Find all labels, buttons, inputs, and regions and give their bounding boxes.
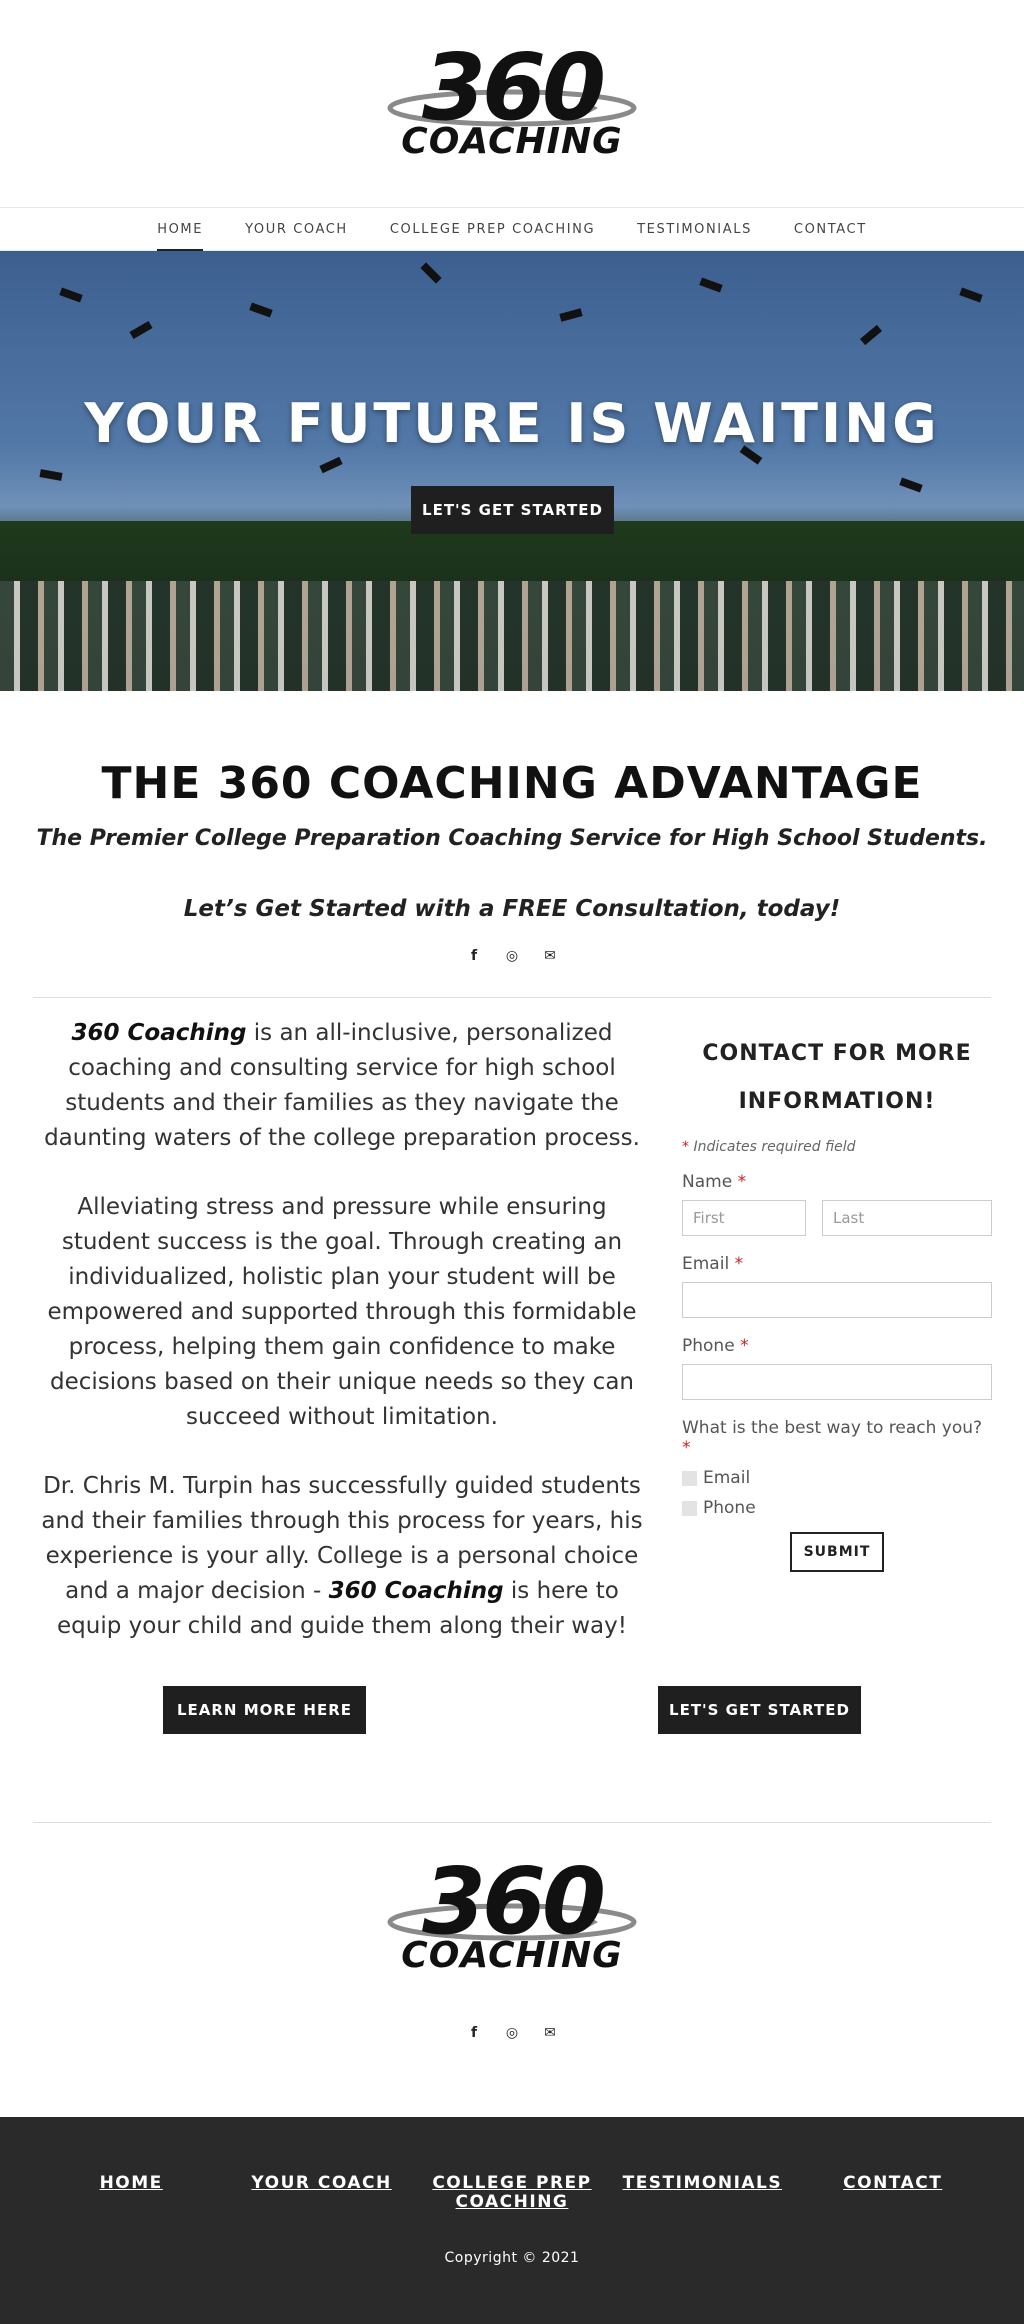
first-name-input[interactable]: First <box>682 1200 806 1236</box>
hero-banner: YOUR FUTURE IS WAITING LET'S GET STARTED <box>0 251 1024 691</box>
hero-title: YOUR FUTURE IS WAITING <box>84 392 940 455</box>
footer-nav: HOME YOUR COACH COLLEGE PREP COACHING TE… <box>36 2174 988 2212</box>
graduation-cap-icon <box>319 456 343 474</box>
main-nav: HOME YOUR COACH COLLEGE PREP COACHING TE… <box>0 207 1024 252</box>
required-note: * Indicates required field <box>682 1139 856 1155</box>
copyright: Copyright © 2021 <box>444 2250 580 2266</box>
get-started-button[interactable]: LET'S GET STARTED <box>658 1686 861 1734</box>
logo-word: COACHING <box>401 121 623 162</box>
graduation-cap-icon <box>699 277 723 293</box>
footer-link-testimonials[interactable]: TESTIMONIALS <box>612 2174 792 2212</box>
graduation-cap-icon <box>899 477 923 493</box>
footer-link-your-coach[interactable]: YOUR COACH <box>232 2174 412 2212</box>
advantage-title: THE 360 COACHING ADVANTAGE <box>101 758 923 809</box>
nav-your-coach[interactable]: YOUR COACH <box>245 208 348 252</box>
reach-label: What is the best way to reach you? * <box>682 1418 983 1458</box>
facebook-icon[interactable]: f <box>465 947 483 965</box>
mail-icon[interactable]: ✉ <box>541 947 559 965</box>
about-paragraph-1: 360 Coaching is an all-inclusive, person… <box>44 1020 640 1151</box>
mail-icon[interactable]: ✉ <box>541 2024 559 2042</box>
advantage-subtitle: The Premier College Preparation Coaching… <box>36 826 988 851</box>
site-footer: HOME YOUR COACH COLLEGE PREP COACHING TE… <box>0 2117 1024 2324</box>
nav-home[interactable]: HOME <box>157 208 203 252</box>
learn-more-button[interactable]: LEARN MORE HERE <box>163 1686 366 1734</box>
graduation-cap-icon <box>559 308 583 322</box>
footer-logo[interactable]: 360 COACHING <box>382 1856 642 1986</box>
logo-word: COACHING <box>401 1935 623 1976</box>
about-text: 360 Coaching is an all-inclusive, person… <box>32 1016 652 1678</box>
footer-social-links: f ◎ ✉ <box>0 2024 1024 2042</box>
contact-form: CONTACT FOR MORE INFORMATION! * Indicate… <box>682 1030 992 1572</box>
footer-link-home[interactable]: HOME <box>41 2174 221 2212</box>
phone-label: Phone * <box>682 1336 749 1356</box>
checkbox-phone[interactable] <box>682 1500 697 1516</box>
option-phone[interactable]: Phone <box>682 1498 992 1518</box>
nav-testimonials[interactable]: TESTIMONIALS <box>637 208 752 252</box>
divider <box>33 1822 991 1823</box>
hero-graduates <box>0 581 1024 691</box>
phone-field[interactable] <box>682 1364 992 1400</box>
form-title: CONTACT FOR MORE INFORMATION! <box>702 1041 972 1114</box>
graduation-cap-icon <box>959 287 983 303</box>
hero-get-started-button[interactable]: LET'S GET STARTED <box>411 486 614 534</box>
graduation-cap-icon <box>59 287 83 303</box>
site-logo[interactable]: 360 COACHING <box>382 42 642 172</box>
facebook-icon[interactable]: f <box>465 2024 483 2042</box>
last-name-input[interactable]: Last <box>822 1200 992 1236</box>
brand-name: 360 Coaching <box>328 1578 504 1604</box>
checkbox-email[interactable] <box>682 1470 697 1486</box>
about-paragraph-2: Alleviating stress and pressure while en… <box>47 1194 637 1430</box>
nav-contact[interactable]: CONTACT <box>794 208 867 252</box>
graduation-cap-icon <box>249 302 273 318</box>
about-paragraph-3: Dr. Chris M. Turpin has successfully gui… <box>41 1473 643 1639</box>
footer-link-college-prep-coaching[interactable]: COLLEGE PREP COACHING <box>422 2174 602 2212</box>
brand-name: 360 Coaching <box>71 1020 247 1046</box>
option-email[interactable]: Email <box>682 1468 992 1488</box>
email-label: Email * <box>682 1254 744 1274</box>
graduation-cap-icon <box>39 469 63 481</box>
graduation-cap-icon <box>860 324 882 346</box>
graduation-cap-icon <box>129 321 153 339</box>
social-links: f ◎ ✉ <box>0 947 1024 965</box>
graduation-cap-icon <box>420 262 442 284</box>
divider <box>33 997 991 998</box>
instagram-icon[interactable]: ◎ <box>503 947 521 965</box>
email-field[interactable] <box>682 1282 992 1318</box>
site-header: 360 COACHING <box>0 0 1024 207</box>
instagram-icon[interactable]: ◎ <box>503 2024 521 2042</box>
submit-button[interactable]: SUBMIT <box>790 1532 884 1572</box>
footer-link-contact[interactable]: CONTACT <box>803 2174 983 2212</box>
consultation-cta: Let’s Get Started with a FREE Consultati… <box>183 896 841 922</box>
name-label: Name * <box>682 1172 747 1192</box>
nav-college-prep-coaching[interactable]: COLLEGE PREP COACHING <box>390 208 595 252</box>
